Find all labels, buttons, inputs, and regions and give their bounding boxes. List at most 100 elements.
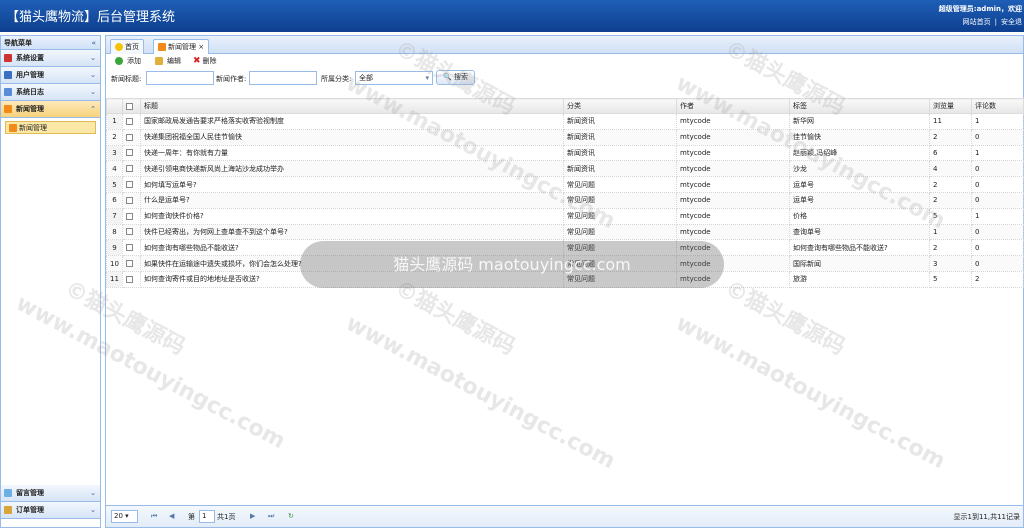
edit-button[interactable]: 编辑 <box>155 56 181 66</box>
refresh-icon[interactable]: ↻ <box>288 512 294 520</box>
select-all-checkbox[interactable] <box>126 102 133 110</box>
cell-category: 新闻资讯 <box>563 113 677 130</box>
home-link[interactable]: 网站首页 <box>963 18 991 26</box>
row-checkbox[interactable] <box>122 144 141 162</box>
row-checkbox[interactable] <box>122 160 141 178</box>
cell-tags: 运单号 <box>789 191 930 209</box>
toolbar: 添加 编辑 ✖ 删除 <box>106 54 1023 69</box>
table-row[interactable]: 4 快递引领电商快递新风尚上海站沙龙成功举办 新闻资讯 mtycode 沙龙 4 0 <box>106 160 1024 178</box>
row-checkbox[interactable] <box>122 128 141 146</box>
row-checkbox[interactable] <box>122 270 141 288</box>
table-row[interactable]: 10 如果快件在运输途中遗失或损坏，你们会怎么处理? 常见问题 mtycode 国际新闻… <box>106 255 1024 272</box>
next-page-icon[interactable]: ▶ <box>250 512 255 520</box>
table-row[interactable]: 8 快件已经寄出，为何网上查单查不到这个单号? 常见问题 mtycode 查询单号 1 0 <box>106 223 1024 241</box>
column-header-title[interactable]: 标题 <box>140 98 564 114</box>
cell-comments: 0 <box>971 239 1024 257</box>
row-number: 4 <box>106 160 123 178</box>
category-select[interactable]: 全部 ▾ <box>355 71 433 85</box>
search-button[interactable]: 🔍 搜索 <box>436 70 475 85</box>
page-size-select[interactable]: 20 ▾ <box>111 510 138 523</box>
page-number-input[interactable]: 1 <box>199 510 215 523</box>
table-row[interactable]: 1 国家邮政局发通告要求严格落实收寄验视制度 新闻资讯 mtycode 新华网 11 1 <box>106 113 1024 130</box>
cell-author: mtycode <box>676 207 790 225</box>
delete-button[interactable]: ✖ 删除 <box>193 56 217 66</box>
column-header-check[interactable] <box>122 98 141 114</box>
row-checkbox-input[interactable] <box>126 244 133 252</box>
cell-comments: 0 <box>971 223 1024 241</box>
row-checkbox[interactable] <box>122 255 141 272</box>
close-icon[interactable]: × <box>198 43 204 51</box>
table-row[interactable]: 9 如何查询有哪些物品不能收送? 常见问题 mtycode 如何查询有哪些物品不能收送?… <box>106 239 1024 257</box>
table-row[interactable]: 11 如何查询寄件或目的地地址是否收送? 常见问题 mtycode 旅游 5 2 <box>106 270 1024 288</box>
row-checkbox-input[interactable] <box>126 196 133 204</box>
cell-author: mtycode <box>676 239 790 257</box>
row-checkbox-input[interactable] <box>126 228 133 236</box>
row-checkbox-input[interactable] <box>126 260 133 268</box>
app-title: 【猫头鹰物流】后台管理系统 <box>6 10 176 25</box>
prev-page-icon[interactable]: ◀ <box>169 512 174 520</box>
column-header-tags[interactable]: 标签 <box>789 98 930 114</box>
chevron-down-icon: ⌄ <box>90 54 96 62</box>
cell-comments: 1 <box>971 207 1024 225</box>
table-row[interactable]: 6 什么是运单号? 常见问题 mtycode 运单号 2 0 <box>106 191 1024 209</box>
last-page-icon[interactable]: ⏭ <box>268 512 274 521</box>
row-checkbox[interactable] <box>122 113 141 130</box>
row-checkbox[interactable] <box>122 223 141 241</box>
cell-tags: 赵丽颖,冯绍峰 <box>789 144 930 162</box>
cell-comments: 0 <box>971 191 1024 209</box>
pencil-icon <box>155 57 163 65</box>
row-checkbox[interactable] <box>122 191 141 209</box>
row-number: 5 <box>106 176 123 193</box>
cell-author: mtycode <box>676 191 790 209</box>
cell-title: 什么是运单号? <box>140 191 564 209</box>
tab-home[interactable]: 首页 <box>110 39 144 54</box>
row-checkbox-input[interactable] <box>126 133 133 141</box>
column-header-author[interactable]: 作者 <box>676 98 790 114</box>
sidebar-item-news-management[interactable]: 新闻管理 <box>5 121 96 134</box>
row-checkbox-input[interactable] <box>126 212 133 220</box>
cell-category: 常见问题 <box>563 239 677 257</box>
sidebar-panel-news-management[interactable]: 新闻管理 ⌃ <box>1 101 100 118</box>
cell-views: 5 <box>929 207 972 225</box>
cell-views: 2 <box>929 191 972 209</box>
collapse-icon[interactable]: « <box>91 36 96 50</box>
cell-title: 快递集团祝福全国人民佳节愉快 <box>140 128 564 146</box>
row-checkbox-input[interactable] <box>126 117 133 125</box>
table-row[interactable]: 5 如何填写运单号? 常见问题 mtycode 运单号 2 0 <box>106 176 1024 193</box>
row-checkbox[interactable] <box>122 207 141 225</box>
row-checkbox-input[interactable] <box>126 181 133 189</box>
chevron-down-icon: ⌄ <box>90 88 96 96</box>
sidebar-panel-system-settings[interactable]: 系统设置 ⌄ <box>1 50 100 67</box>
cell-views: 2 <box>929 239 972 257</box>
table-row[interactable]: 2 快递集团祝福全国人民佳节愉快 新闻资讯 mtycode 佳节愉快 2 0 <box>106 128 1024 146</box>
table-row[interactable]: 3 快递一周年：有你就有力量 新闻资讯 mtycode 赵丽颖,冯绍峰 6 1 <box>106 144 1024 162</box>
first-page-icon[interactable]: ⏮ <box>151 512 157 521</box>
cell-comments: 2 <box>971 270 1024 288</box>
chevron-down-icon: ⌄ <box>90 489 96 497</box>
row-checkbox-input[interactable] <box>126 275 133 283</box>
users-icon <box>4 71 12 79</box>
cell-views: 11 <box>929 113 972 130</box>
column-header-category[interactable]: 分类 <box>563 98 677 114</box>
sidebar-panel-user-management[interactable]: 用户管理 ⌄ <box>1 67 100 84</box>
row-checkbox[interactable] <box>122 239 141 257</box>
cell-title: 快递一周年：有你就有力量 <box>140 144 564 162</box>
row-checkbox[interactable] <box>122 176 141 193</box>
column-header-views[interactable]: 浏览量 <box>929 98 972 114</box>
table-row[interactable]: 7 如何查询快件价格? 常见问题 mtycode 价格 5 1 <box>106 207 1024 225</box>
cell-title: 快件已经寄出，为何网上查单查不到这个单号? <box>140 223 564 241</box>
row-number: 1 <box>106 113 123 130</box>
column-header-comments[interactable]: 评论数 <box>971 98 1024 114</box>
sidebar-panel-system-log[interactable]: 系统日志 ⌄ <box>1 84 100 101</box>
sidebar-panel-message-management[interactable]: 留言管理 ⌄ <box>1 485 100 502</box>
add-button[interactable]: 添加 <box>115 56 141 66</box>
tab-news-management[interactable]: 新闻管理 × <box>153 39 210 54</box>
row-checkbox-input[interactable] <box>126 149 133 157</box>
news-title-input[interactable] <box>146 71 214 85</box>
news-author-input[interactable] <box>249 71 317 85</box>
sidebar-panel-order-management[interactable]: 订单管理 ⌄ <box>1 502 100 519</box>
cell-views: 2 <box>929 128 972 146</box>
logout-link[interactable]: 安全退 <box>1001 18 1022 26</box>
row-checkbox-input[interactable] <box>126 165 133 173</box>
cell-views: 1 <box>929 223 972 241</box>
